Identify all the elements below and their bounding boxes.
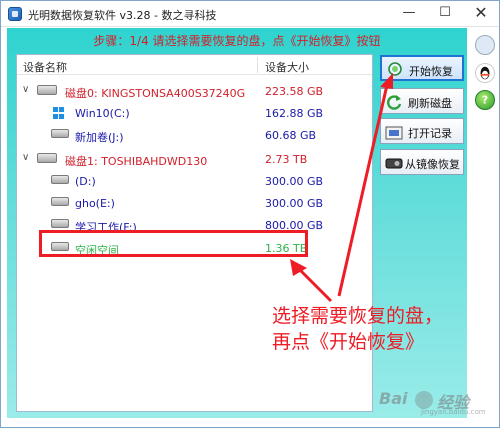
hard-disk-icon: [37, 153, 57, 163]
svg-text:?: ?: [482, 94, 488, 107]
button-label: 打开记录: [408, 127, 452, 140]
hard-disk-icon: [37, 85, 57, 95]
device-name: 磁盘0: KINGSTONSA400S37240G: [65, 87, 246, 100]
restore-from-image-button[interactable]: 从镜像恢复: [380, 149, 464, 175]
device-name: (D:): [75, 175, 96, 188]
button-label: 从镜像恢复: [405, 158, 460, 171]
folder-icon: [385, 126, 403, 140]
maximize-button[interactable]: ☐: [427, 1, 463, 27]
column-device-name[interactable]: 设备名称: [23, 59, 67, 75]
main-panel: 步骤：1/4 请选择需要恢复的盘，点《开始恢复》按钮 设备名称 设备大小 ∨ 磁…: [7, 28, 467, 418]
app-window: 光明数据恢复软件 v3.28 - 数之寻科技 — ☐ ✕ 步骤：1/4 请选择需…: [0, 0, 500, 428]
refresh-icon: [387, 95, 402, 110]
device-size: 162.88 GB: [265, 107, 324, 120]
annotation-text: 选择需要恢复的盘， 再点《开始恢复》: [272, 303, 443, 355]
column-device-size[interactable]: 设备大小: [265, 59, 309, 75]
device-name: 磁盘1: TOSHIBAHDWD130: [65, 155, 208, 168]
annotation-line-2: 再点《开始恢复》: [272, 331, 425, 353]
title-bar[interactable]: 光明数据恢复软件 v3.28 - 数之寻科技 — ☐ ✕: [1, 1, 499, 27]
help-icon[interactable]: ?: [475, 90, 495, 110]
disk-row[interactable]: ∨ 磁盘0: KINGSTONSA400S37240G 223.58 GB: [17, 80, 372, 102]
windows-icon: [53, 107, 65, 119]
device-name: Win10(C:): [75, 107, 130, 120]
partition-row[interactable]: Win10(C:) 162.88 GB: [17, 102, 372, 124]
selection-highlight-box: [39, 230, 308, 257]
watermark-text: Bai: [379, 389, 408, 408]
magnifier-icon: [388, 62, 402, 76]
device-name: 新加卷(J:): [75, 131, 124, 144]
paw-icon: [415, 391, 433, 409]
start-recovery-button[interactable]: 开始恢复: [380, 55, 464, 81]
list-header: 设备名称 设备大小: [17, 55, 372, 75]
disk-row[interactable]: ∨ 磁盘1: TOSHIBAHDWD130 2.73 TB: [17, 148, 372, 170]
partition-icon: [51, 197, 69, 206]
partition-icon: [51, 129, 69, 138]
device-size: 2.73 TB: [265, 153, 308, 166]
partition-row[interactable]: gho(E:) 300.00 GB: [17, 192, 372, 214]
device-size: 60.68 GB: [265, 129, 317, 142]
chevron-down-icon[interactable]: ∨: [22, 84, 29, 95]
annotation-line-1: 选择需要恢复的盘，: [272, 305, 444, 327]
refresh-disk-button[interactable]: 刷新磁盘: [380, 88, 464, 114]
chevron-down-icon[interactable]: ∨: [22, 152, 29, 163]
watermark-url: jingyan.baidu.com: [421, 408, 486, 416]
device-size: 300.00 GB: [265, 197, 324, 210]
button-label: 开始恢复: [409, 65, 453, 78]
home-icon[interactable]: [475, 35, 495, 55]
partition-icon: [51, 219, 69, 228]
window-title: 光明数据恢复软件 v3.28 - 数之寻科技: [28, 9, 217, 22]
device-size: 300.00 GB: [265, 175, 324, 188]
column-separator[interactable]: [257, 57, 258, 73]
minimize-button[interactable]: —: [391, 1, 427, 27]
device-size: 223.58 GB: [265, 85, 324, 98]
qq-icon[interactable]: [475, 63, 495, 83]
watermark: Bai 经验 jingyan.baidu.com: [379, 389, 494, 417]
disk-image-icon: [385, 158, 403, 169]
partition-icon: [51, 175, 69, 184]
partition-row[interactable]: (D:) 300.00 GB: [17, 170, 372, 192]
app-icon: [8, 7, 22, 21]
step-instruction: 步骤：1/4 请选择需要恢复的盘，点《开始恢复》按钮: [93, 34, 381, 48]
device-name: gho(E:): [75, 197, 115, 210]
close-button[interactable]: ✕: [463, 1, 499, 27]
open-record-button[interactable]: 打开记录: [380, 118, 464, 144]
partition-row[interactable]: 新加卷(J:) 60.68 GB: [17, 124, 372, 146]
button-label: 刷新磁盘: [408, 97, 452, 110]
